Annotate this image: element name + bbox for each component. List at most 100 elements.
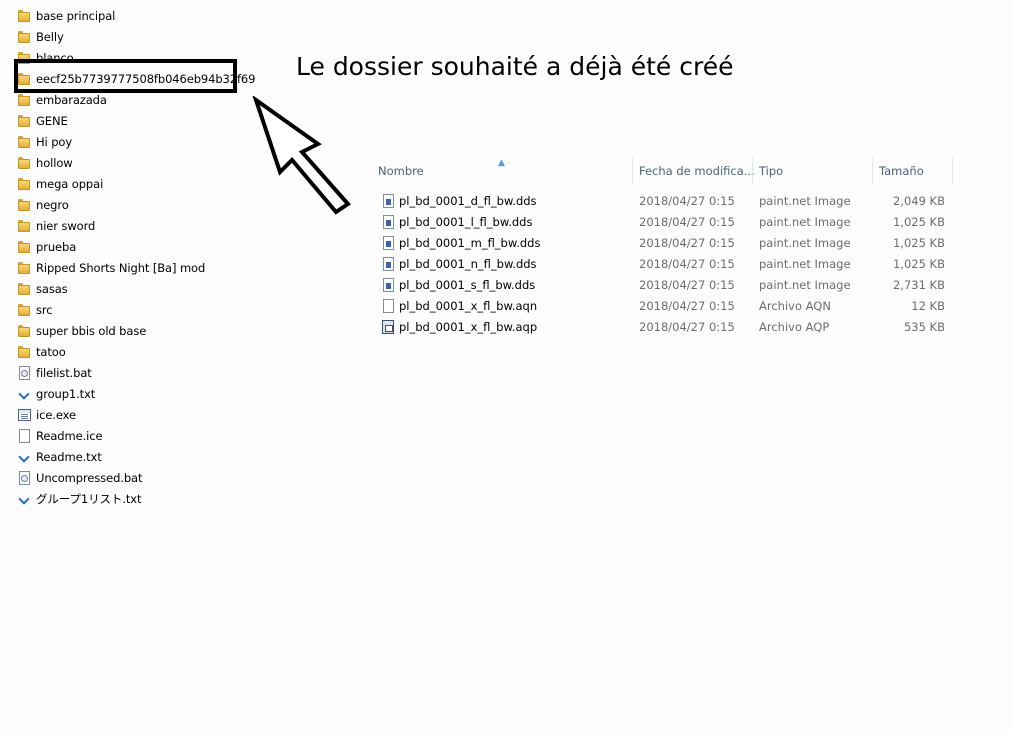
file-type: paint.net Image (759, 278, 851, 292)
folder-icon (16, 8, 32, 24)
column-divider[interactable] (872, 158, 873, 184)
list-item-folder[interactable]: Ripped Shorts Night [Ba] mod (16, 257, 236, 278)
list-item-folder[interactable]: nier sword (16, 215, 236, 236)
vscode-file-icon (16, 491, 32, 507)
list-item-folder[interactable]: hollow (16, 152, 236, 173)
file-name: pl_bd_0001_n_fl_bw.dds (399, 257, 537, 271)
file-row[interactable]: pl_bd_0001_x_fl_bw.aqn 2018/04/27 0:15 A… (373, 295, 953, 316)
column-divider[interactable] (752, 158, 753, 184)
vscode-file-icon (16, 386, 32, 402)
item-label: Readme.txt (36, 449, 102, 464)
aqp-file-icon (381, 319, 395, 334)
file-name: pl_bd_0001_d_fl_bw.dds (399, 194, 537, 208)
file-type: paint.net Image (759, 215, 851, 229)
folder-icon (16, 260, 32, 276)
list-item-folder[interactable]: GENE (16, 110, 236, 131)
list-item-folder[interactable]: mega oppai (16, 173, 236, 194)
item-label: Belly (36, 29, 64, 44)
folder-icon (16, 344, 32, 360)
item-label: group1.txt (36, 386, 96, 401)
file-size: 2,731 KB (892, 278, 945, 292)
file-row[interactable]: pl_bd_0001_m_fl_bw.dds 2018/04/27 0:15 p… (373, 232, 953, 253)
list-item-file[interactable]: group1.txt (16, 383, 236, 404)
bat-file-icon (16, 470, 32, 486)
file-type: paint.net Image (759, 257, 851, 271)
item-label: nier sword (36, 218, 96, 233)
folder-icon (16, 281, 32, 297)
folder-icon (16, 323, 32, 339)
image-file-icon (381, 277, 395, 292)
item-label: src (36, 302, 53, 317)
column-header-type[interactable]: Tipo (759, 158, 783, 184)
highlight-box (14, 59, 237, 93)
file-row[interactable]: pl_bd_0001_x_fl_bw.aqp 2018/04/27 0:15 A… (373, 316, 953, 337)
list-item-folder[interactable]: src (16, 299, 236, 320)
file-date: 2018/04/27 0:15 (639, 215, 735, 229)
list-item-folder[interactable]: base principal (16, 5, 236, 26)
item-label: super bbis old base (36, 323, 147, 338)
item-label: ice.exe (36, 407, 76, 422)
list-item-folder[interactable]: tatoo (16, 341, 236, 362)
column-header-size[interactable]: Tamaño (879, 158, 924, 184)
list-item-file[interactable]: Readme.txt (16, 446, 236, 467)
file-name: pl_bd_0001_x_fl_bw.aqn (399, 299, 538, 313)
file-date: 2018/04/27 0:15 (639, 278, 735, 292)
file-row[interactable]: pl_bd_0001_d_fl_bw.dds 2018/04/27 0:15 p… (373, 190, 953, 211)
image-file-icon (381, 214, 395, 229)
file-type: Archivo AQP (759, 320, 830, 334)
list-item-file[interactable]: Readme.ice (16, 425, 236, 446)
file-row[interactable]: pl_bd_0001_l_fl_bw.dds 2018/04/27 0:15 p… (373, 211, 953, 232)
list-item-folder[interactable]: super bbis old base (16, 320, 236, 341)
file-size: 1,025 KB (892, 236, 945, 250)
item-label: prueba (36, 239, 77, 254)
list-item-file[interactable]: Uncompressed.bat (16, 467, 236, 488)
list-item-file[interactable]: グループ1リスト.txt (16, 488, 236, 509)
sort-ascending-icon: ▲ (498, 158, 505, 168)
list-item-file[interactable]: filelist.bat (16, 362, 236, 383)
column-header-name[interactable]: Nombre (378, 158, 424, 184)
file-type: paint.net Image (759, 236, 851, 250)
list-item-file[interactable]: ice.exe (16, 404, 236, 425)
file-size: 1,025 KB (892, 215, 945, 229)
folder-icon (16, 197, 32, 213)
file-size: 535 KB (903, 320, 945, 334)
column-header-row: Nombre ▲ Fecha de modifica... Tipo Tamañ… (373, 158, 953, 184)
bat-file-icon (16, 365, 32, 381)
list-item-folder[interactable]: Hi poy (16, 131, 236, 152)
file-row[interactable]: pl_bd_0001_s_fl_bw.dds 2018/04/27 0:15 p… (373, 274, 953, 295)
file-name: pl_bd_0001_m_fl_bw.dds (399, 236, 541, 250)
column-divider[interactable] (952, 158, 953, 184)
file-date: 2018/04/27 0:15 (639, 257, 735, 271)
list-item-folder[interactable]: prueba (16, 236, 236, 257)
image-file-icon (381, 256, 395, 271)
file-size: 1,025 KB (892, 257, 945, 271)
item-label: GENE (36, 113, 68, 128)
file-row[interactable]: pl_bd_0001_n_fl_bw.dds 2018/04/27 0:15 p… (373, 253, 953, 274)
item-label: mega oppai (36, 176, 104, 191)
folder-icon (16, 239, 32, 255)
folder-icon (16, 218, 32, 234)
file-date: 2018/04/27 0:15 (639, 194, 735, 208)
item-label: Hi poy (36, 134, 73, 149)
folder-icon (16, 302, 32, 318)
item-label: グループ1リスト.txt (36, 491, 142, 506)
column-header-date[interactable]: Fecha de modifica... (639, 158, 755, 184)
file-name: pl_bd_0001_l_fl_bw.dds (399, 215, 533, 229)
file-name: pl_bd_0001_x_fl_bw.aqp (399, 320, 538, 334)
item-label: Ripped Shorts Night [Ba] mod (36, 260, 206, 275)
folder-icon (16, 176, 32, 192)
list-item-folder[interactable]: Belly (16, 26, 236, 47)
column-divider[interactable] (632, 158, 633, 184)
file-type: paint.net Image (759, 194, 851, 208)
item-label: embarazada (36, 92, 107, 107)
arrow-up-left-icon (252, 96, 352, 215)
folder-icon (16, 134, 32, 150)
list-item-folder[interactable]: negro (16, 194, 236, 215)
item-label: hollow (36, 155, 73, 170)
folder-icon (16, 155, 32, 171)
item-label: Readme.ice (36, 428, 103, 443)
file-list: pl_bd_0001_d_fl_bw.dds 2018/04/27 0:15 p… (373, 190, 953, 337)
image-file-icon (381, 193, 395, 208)
file-size: 12 KB (911, 299, 945, 313)
list-item-folder[interactable]: sasas (16, 278, 236, 299)
